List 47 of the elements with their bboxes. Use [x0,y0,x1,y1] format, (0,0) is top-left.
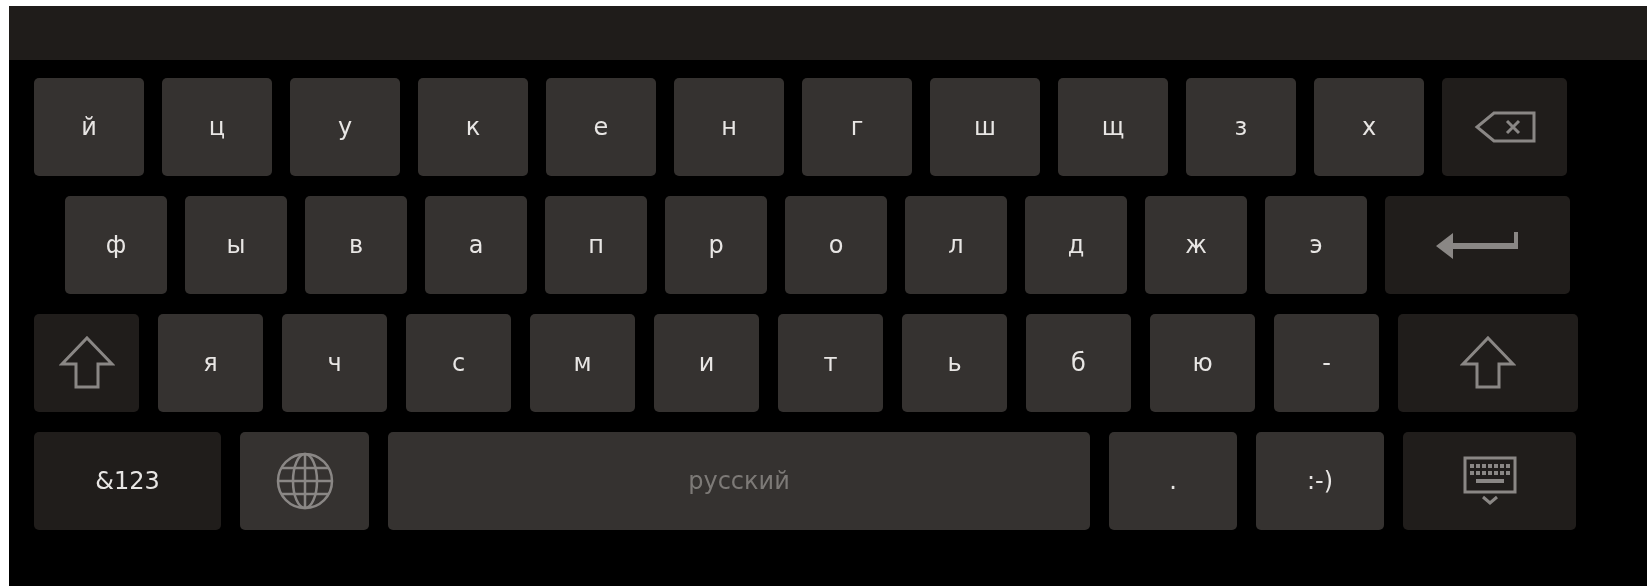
key[interactable]: ц [162,78,272,176]
key[interactable]: р [665,196,767,294]
key[interactable]: т [778,314,883,412]
key[interactable]: ч [282,314,387,412]
key[interactable]: . [1109,432,1237,530]
keyboard-hide-icon [1462,456,1517,506]
language-key[interactable] [240,432,369,530]
key[interactable]: :-) [1256,432,1384,530]
symbols-key[interactable]: &123 [34,432,221,530]
backspace-key[interactable] [1442,78,1567,176]
key[interactable]: л [905,196,1007,294]
key[interactable]: - [1274,314,1379,412]
hide-keyboard-key[interactable] [1403,432,1576,530]
shift-key[interactable] [34,314,139,412]
shift-icon [1460,335,1516,391]
key[interactable]: х [1314,78,1424,176]
key[interactable]: у [290,78,400,176]
key[interactable]: д [1025,196,1127,294]
key[interactable]: е [546,78,656,176]
enter-icon [1435,229,1520,261]
key[interactable]: э [1265,196,1367,294]
key[interactable]: в [305,196,407,294]
globe-icon [274,451,335,511]
key[interactable]: ы [185,196,287,294]
backspace-icon [1473,111,1536,143]
key[interactable]: ш [930,78,1040,176]
key[interactable]: щ [1058,78,1168,176]
key[interactable]: к [418,78,528,176]
key[interactable]: з [1186,78,1296,176]
key[interactable]: я [158,314,263,412]
enter-key[interactable] [1385,196,1570,294]
key[interactable]: ь [902,314,1007,412]
key[interactable]: п [545,196,647,294]
key[interactable]: й [34,78,144,176]
key[interactable]: с [406,314,511,412]
key[interactable]: о [785,196,887,294]
key[interactable]: б [1026,314,1131,412]
key[interactable]: н [674,78,784,176]
key[interactable]: ж [1145,196,1247,294]
key[interactable]: ф [65,196,167,294]
key[interactable]: г [802,78,912,176]
shift-key[interactable] [1398,314,1578,412]
key[interactable]: и [654,314,759,412]
shift-icon [58,335,115,391]
key[interactable]: ю [1150,314,1255,412]
key[interactable]: а [425,196,527,294]
key[interactable]: м [530,314,635,412]
